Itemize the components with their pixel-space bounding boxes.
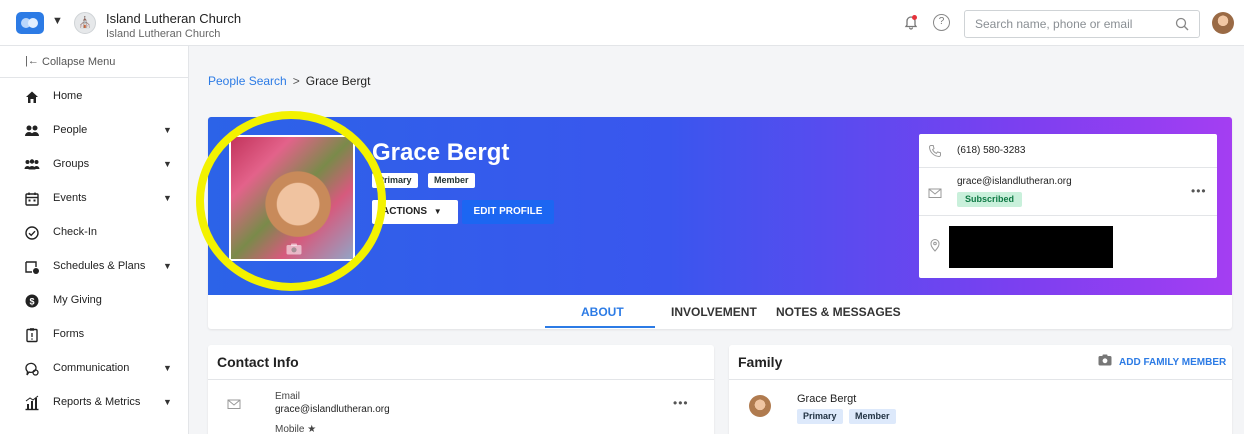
- actions-label: ACTIONS: [382, 206, 427, 217]
- sidebar-item-label: Events: [53, 192, 87, 204]
- church-avatar-icon[interactable]: ⛪: [74, 12, 96, 34]
- panel-divider: [729, 379, 1232, 380]
- camera-icon[interactable]: [1098, 354, 1112, 366]
- help-icon[interactable]: ?: [933, 14, 950, 31]
- search-input[interactable]: [975, 15, 1165, 33]
- sidebar-item-communication[interactable]: Communication ▼: [0, 352, 189, 386]
- sidebar-item-people[interactable]: People ▼: [0, 114, 189, 148]
- sidebar-item-label: Reports & Metrics: [53, 396, 141, 408]
- sidebar-item-label: Home: [53, 90, 83, 102]
- contact-summary-box: (618) 580-3283 grace@islandlutheran.org …: [919, 134, 1217, 278]
- sidebar-item-label: My Giving: [53, 294, 102, 306]
- email-field-value[interactable]: grace@islandlutheran.org: [275, 404, 390, 415]
- sidebar-item-giving[interactable]: $ My Giving: [0, 284, 189, 318]
- profile-tabs: ABOUT INVOLVEMENT NOTES & MESSAGES: [208, 295, 1232, 329]
- sidebar: |← Collapse Menu Home People ▼ Groups ▼ …: [0, 46, 189, 434]
- panel-divider: [208, 379, 714, 380]
- subscribed-badge: Subscribed: [957, 192, 1023, 207]
- mail-icon: [928, 188, 942, 198]
- clipboard-icon: [26, 328, 38, 343]
- sidebar-item-label: Schedules & Plans: [53, 260, 146, 272]
- app-logo-icon[interactable]: [16, 12, 44, 34]
- notification-bell-icon[interactable]: [903, 14, 919, 30]
- family-member-tag: Member: [849, 409, 896, 424]
- home-icon: [26, 91, 38, 103]
- church-name[interactable]: Island Lutheran Church: [106, 11, 241, 26]
- calendar-icon: [25, 192, 39, 206]
- phone-row[interactable]: (618) 580-3283: [919, 134, 1217, 168]
- chat-icon: [25, 362, 39, 376]
- chevron-down-icon[interactable]: ▼: [163, 397, 172, 407]
- edit-profile-button[interactable]: EDIT PROFILE: [462, 200, 554, 224]
- mail-icon: [227, 399, 241, 409]
- chevron-down-icon[interactable]: ▼: [163, 193, 172, 203]
- sidebar-item-reports[interactable]: Reports & Metrics ▼: [0, 386, 189, 420]
- sidebar-item-label: Communication: [53, 362, 130, 374]
- svg-text:$: $: [29, 297, 34, 307]
- contact-info-title: Contact Info: [217, 354, 299, 370]
- add-family-member-button[interactable]: ADD FAMILY MEMBER: [1119, 357, 1226, 368]
- family-member-name[interactable]: Grace Bergt: [797, 393, 856, 405]
- sidebar-item-schedules[interactable]: Schedules & Plans ▼: [0, 250, 189, 284]
- schedule-icon: [25, 261, 39, 274]
- chart-icon: [25, 395, 39, 411]
- family-member-avatar[interactable]: [749, 395, 771, 417]
- sidebar-item-label: Check-In: [53, 226, 98, 238]
- breadcrumb-separator: >: [292, 74, 300, 88]
- phone-number[interactable]: (618) 580-3283: [957, 145, 1025, 156]
- address-row[interactable]: [919, 216, 1217, 278]
- family-panel: Family ADD FAMILY MEMBER Grace Bergt Pri…: [729, 345, 1232, 434]
- contact-info-panel: Contact Info Email grace@islandlutheran.…: [208, 345, 714, 434]
- user-avatar[interactable]: [1212, 12, 1234, 34]
- top-bar: ▼ ⛪ Island Lutheran Church Island Luther…: [0, 0, 1244, 46]
- sidebar-item-groups[interactable]: Groups ▼: [0, 148, 189, 182]
- tab-involvement[interactable]: INVOLVEMENT: [671, 305, 757, 319]
- location-pin-icon: [930, 239, 940, 252]
- chevron-down-icon[interactable]: ▼: [163, 261, 172, 271]
- breadcrumb-current: Grace Bergt: [305, 74, 371, 88]
- sidebar-item-label: Forms: [53, 328, 85, 340]
- church-subtitle: Island Lutheran Church: [106, 28, 221, 40]
- check-circle-icon: [25, 226, 39, 240]
- family-primary-tag: Primary: [797, 409, 843, 424]
- sidebar-item-events[interactable]: Events ▼: [0, 182, 189, 216]
- active-tab-indicator: [545, 326, 655, 328]
- collapse-menu-label: Collapse Menu: [42, 56, 116, 68]
- chevron-down-icon: ▼: [433, 207, 442, 216]
- groups-icon: [24, 159, 40, 170]
- highlight-annotation-ring: [196, 111, 386, 291]
- tab-about[interactable]: ABOUT: [581, 305, 624, 319]
- person-name: Grace Bergt: [372, 139, 510, 166]
- sidebar-item-check-in[interactable]: Check-In: [0, 216, 189, 250]
- chevron-down-icon[interactable]: ▼: [163, 125, 172, 135]
- breadcrumb: People Search > Grace Bergt: [208, 74, 370, 88]
- member-tag: Member: [428, 173, 475, 188]
- search-box[interactable]: [964, 10, 1200, 38]
- email-row[interactable]: grace@islandlutheran.org Subscribed •••: [919, 168, 1217, 216]
- family-title: Family: [738, 354, 783, 370]
- breadcrumb-people-search-link[interactable]: People Search: [208, 74, 287, 88]
- chevron-down-icon[interactable]: ▼: [163, 159, 172, 169]
- chevron-down-icon[interactable]: ▼: [163, 363, 172, 373]
- redacted-address: [949, 226, 1113, 268]
- email-field-label: Email: [275, 391, 301, 402]
- search-icon[interactable]: [1175, 17, 1189, 31]
- sidebar-item-label: Groups: [53, 158, 90, 170]
- sidebar-item-home[interactable]: Home: [0, 80, 189, 114]
- more-options-icon[interactable]: •••: [1191, 184, 1207, 198]
- phone-icon: [928, 145, 941, 158]
- collapse-arrow-icon: |←: [25, 55, 39, 67]
- tab-notes-messages[interactable]: NOTES & MESSAGES: [776, 305, 901, 319]
- mobile-field-label: Mobile ★: [275, 424, 317, 434]
- app-switcher-caret-icon[interactable]: ▼: [52, 15, 63, 27]
- email-address[interactable]: grace@islandlutheran.org: [957, 176, 1072, 187]
- sidebar-item-forms[interactable]: Forms: [0, 318, 189, 352]
- collapse-menu-button[interactable]: |← Collapse Menu: [0, 46, 189, 78]
- dollar-icon: $: [25, 294, 39, 308]
- sidebar-item-label: People: [53, 124, 88, 136]
- more-options-icon[interactable]: •••: [673, 396, 689, 410]
- people-icon: [25, 125, 39, 136]
